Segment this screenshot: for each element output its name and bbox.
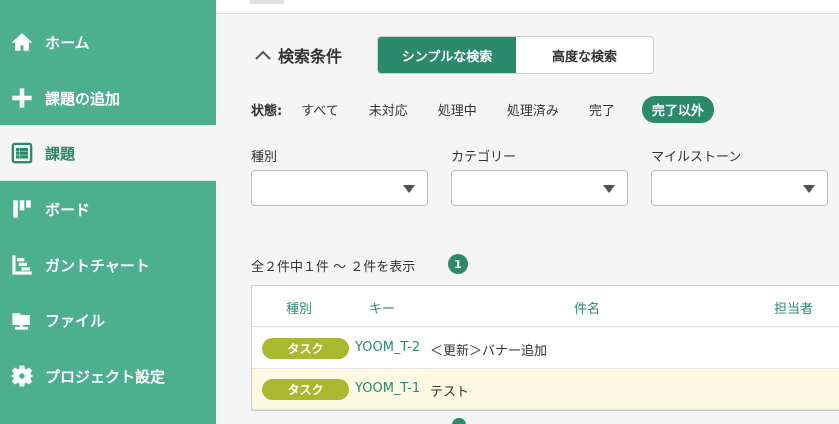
sidebar-item-add-issue[interactable]: 課題の追加: [0, 70, 216, 126]
sidebar-item-label: ホーム: [45, 33, 90, 52]
issue-key-link[interactable]: YOOM_T-2: [355, 340, 420, 355]
column-header-type[interactable]: 種別: [286, 298, 312, 317]
plus-icon: [9, 85, 35, 111]
status-option-closed[interactable]: 完了: [589, 100, 615, 119]
status-option-resolved[interactable]: 処理済み: [507, 100, 559, 119]
gear-icon: [9, 363, 35, 389]
issue-type-badge: タスク: [262, 338, 349, 359]
gantt-chart-icon: [9, 252, 35, 278]
sidebar-item-issues[interactable]: 課題: [0, 125, 216, 181]
search-mode-tabs: シンプルな検索 高度な検索: [377, 36, 654, 74]
status-option-open[interactable]: 未対応: [369, 100, 408, 119]
top-bar: [216, 0, 839, 14]
folder-icon: [9, 307, 35, 333]
category-select[interactable]: [451, 170, 628, 206]
list-icon: [9, 140, 35, 166]
caret-down-icon: [803, 185, 815, 193]
category-filter-label: カテゴリー: [451, 150, 517, 165]
sidebar-item-project-settings[interactable]: プロジェクト設定: [0, 348, 216, 404]
sidebar-item-label: 課題の追加: [45, 89, 121, 108]
sidebar-item-board[interactable]: ボード: [0, 181, 216, 237]
sidebar-item-label: プロジェクト設定: [45, 367, 166, 386]
tab-simple-search[interactable]: シンプルな検索: [378, 37, 516, 73]
sidebar-item-gantt-chart[interactable]: ガントチャート: [0, 237, 216, 293]
milestone-select[interactable]: [651, 170, 828, 206]
issue-subject[interactable]: テスト: [430, 381, 469, 400]
caret-down-icon: [603, 185, 615, 193]
home-icon: [9, 29, 35, 55]
tab-advanced-search[interactable]: 高度な検索: [516, 37, 653, 73]
type-filter-label: 種別: [251, 150, 278, 165]
status-option-all[interactable]: すべて: [301, 100, 339, 119]
milestone-filter-label: マイルストーン: [651, 150, 742, 165]
sidebar-item-label: ボード: [45, 200, 91, 219]
column-header-key[interactable]: キー: [369, 298, 395, 317]
chevron-up-icon: [255, 50, 271, 60]
issue-type-badge: タスク: [262, 379, 349, 400]
status-filter: 状態: すべて 未対応 処理中 処理済み 完了 完了以外: [251, 95, 744, 123]
table-row[interactable]: タスク YOOM_T-1 テスト: [252, 369, 839, 410]
status-label: 状態:: [251, 103, 283, 119]
status-option-in-progress[interactable]: 処理中: [438, 100, 477, 119]
main-content: 検索条件 シンプルな検索 高度な検索 状態: すべて 未対応 処理中 処理済み …: [216, 0, 839, 424]
board-icon: [9, 196, 35, 222]
sidebar-item-label: ファイル: [45, 311, 106, 330]
sidebar-item-label: 課題: [45, 144, 76, 163]
caret-down-icon: [403, 185, 415, 193]
issue-key-link[interactable]: YOOM_T-1: [355, 381, 420, 396]
results-summary: 全２件中１件 〜 ２件を表示: [251, 260, 416, 275]
page-number-badge[interactable]: 1: [448, 254, 468, 274]
pagination-badge[interactable]: [452, 418, 466, 424]
table-row[interactable]: タスク YOOM_T-2 ＜更新＞バナー追加: [252, 328, 839, 369]
type-select[interactable]: [251, 170, 428, 206]
column-header-subject[interactable]: 件名: [574, 298, 600, 317]
issues-table: 種別 キー 件名 担当者 タスク YOOM_T-2 ＜更新＞バナー追加 タスク …: [251, 285, 839, 411]
sidebar-item-files[interactable]: ファイル: [0, 292, 216, 348]
status-option-not-closed[interactable]: 完了以外: [641, 95, 714, 123]
sidebar-item-home[interactable]: ホーム: [0, 14, 216, 70]
sidebar-item-label: ガントチャート: [45, 256, 150, 275]
table-header: 種別 キー 件名 担当者: [252, 286, 839, 327]
issue-subject[interactable]: ＜更新＞バナー追加: [430, 340, 547, 359]
search-title: 検索条件: [278, 47, 343, 66]
top-bar-tab[interactable]: [250, 0, 284, 4]
column-header-assignee[interactable]: 担当者: [774, 298, 813, 317]
search-conditions-toggle[interactable]: 検索条件: [254, 43, 342, 67]
sidebar: ホーム 課題の追加 課題 ボード ガントチャート ファイル プロジェクト設定: [0, 0, 216, 424]
